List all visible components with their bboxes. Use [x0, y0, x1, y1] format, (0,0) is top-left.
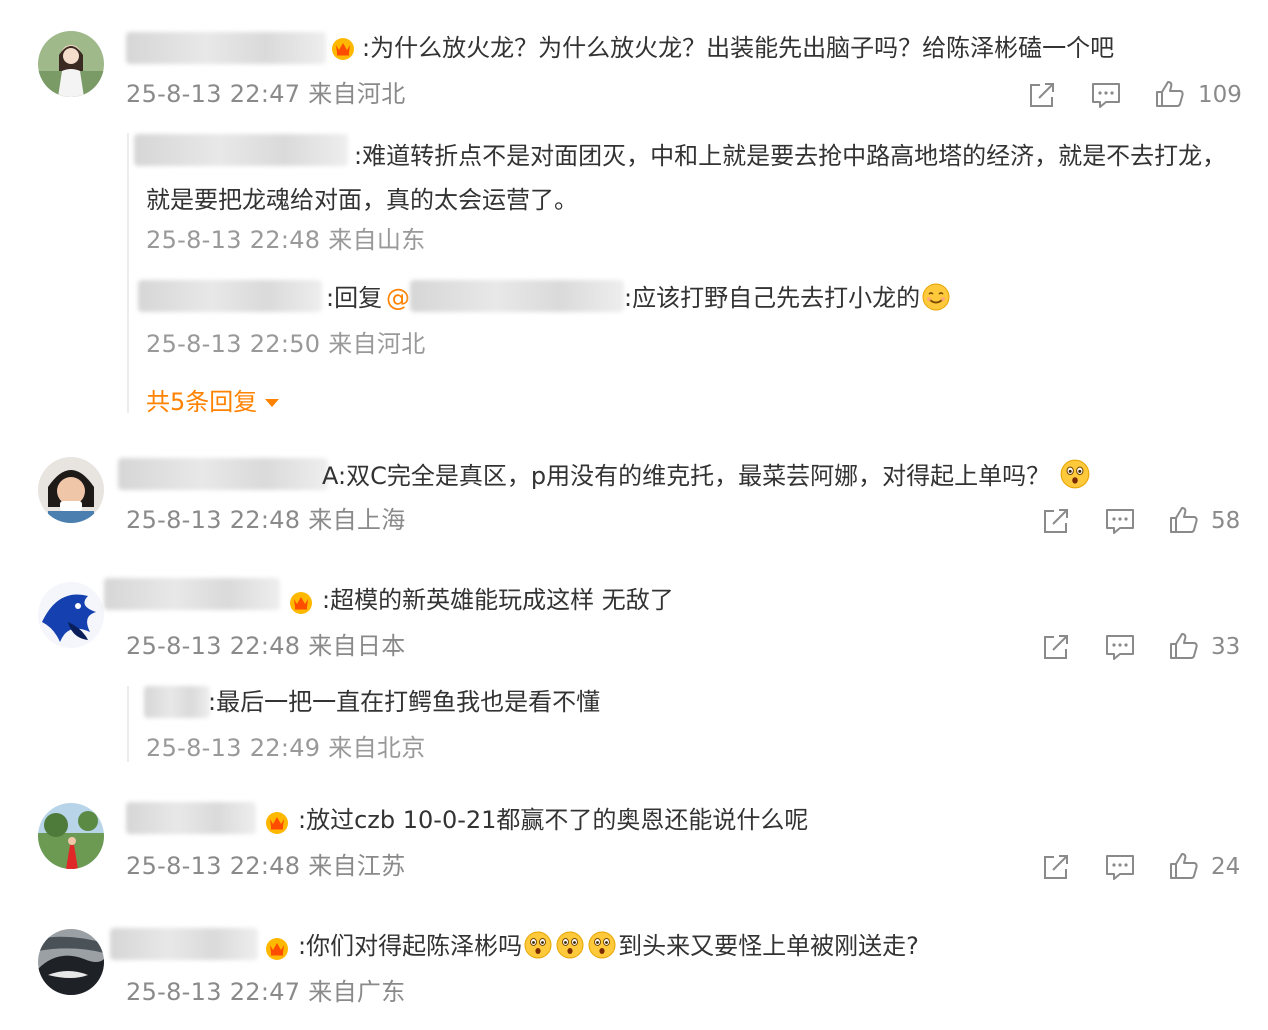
like-count: 24 — [1211, 854, 1241, 880]
share-icon[interactable] — [1040, 506, 1072, 536]
like-count: 33 — [1211, 634, 1241, 660]
comment-icon[interactable] — [1104, 852, 1136, 882]
mention-link[interactable]: @ — [386, 282, 410, 314]
username-redacted[interactable] — [126, 802, 256, 834]
comment-text: :你们对得起陈泽彬吗 到头来又要怪上单被刚送走? — [298, 930, 919, 962]
reply-meta: 25-8-13 22:49 来自北京 — [146, 734, 426, 762]
reply-thread-line — [127, 686, 129, 762]
comment-text-content: A:双C完全是真区，p用没有的维克托，最菜芸阿娜，对得起上单吗？ — [322, 462, 1051, 490]
avatar[interactable] — [38, 457, 104, 523]
username-redacted[interactable] — [104, 578, 280, 610]
more-replies-link[interactable]: 共5条回复 — [146, 387, 280, 417]
reply-thread-line — [127, 133, 129, 413]
comment-meta: 25-8-13 22:47 来自河北 — [126, 80, 406, 108]
comment-icon[interactable] — [1104, 506, 1136, 536]
surprised-emoji — [1059, 458, 1091, 490]
comment-meta: 25-8-13 22:48 来自日本 — [126, 632, 406, 660]
reply-meta: 25-8-13 22:48 来自山东 — [146, 226, 426, 254]
reply-text-content: :应该打野自己先去打小龙的 — [624, 284, 921, 312]
reply-text: :最后一把一直在打鳄鱼我也是看不懂 — [208, 688, 601, 716]
avatar[interactable] — [38, 582, 104, 648]
reply-meta: 25-8-13 22:50 来自河北 — [146, 330, 426, 358]
comment-text-b: 到头来又要怪上单被刚送走? — [618, 932, 919, 960]
comment-text: :为什么放火龙？为什么放火龙？出装能先出脑子吗？给陈泽彬磕一个吧 — [362, 34, 1115, 62]
share-icon[interactable] — [1026, 80, 1058, 110]
comment-meta: 25-8-13 22:47 来自广东 — [126, 978, 406, 1006]
thumbs-up-icon[interactable] — [1168, 851, 1200, 881]
reply-username-redacted[interactable] — [138, 280, 322, 312]
comment-text: A:双C完全是真区，p用没有的维克托，最菜芸阿娜，对得起上单吗？ — [322, 458, 1092, 492]
comment-text: :放过czb 10-0-21都赢不了的奥恩还能说什么呢 — [298, 806, 809, 834]
surprised-emoji — [555, 930, 585, 960]
reply-username-redacted[interactable] — [144, 686, 210, 718]
surprised-emoji — [587, 930, 617, 960]
crown-badge-icon — [288, 590, 314, 614]
mention-username-redacted[interactable] — [410, 280, 624, 312]
crown-badge-icon — [330, 36, 356, 60]
comment-meta: 25-8-13 22:48 来自上海 — [126, 506, 406, 534]
surprised-emoji — [523, 930, 553, 960]
chevron-down-icon — [265, 399, 280, 407]
smile-emoji — [921, 282, 951, 312]
avatar[interactable] — [38, 803, 104, 869]
crown-badge-icon — [264, 936, 290, 960]
reply-text: :应该打野自己先去打小龙的 — [624, 282, 952, 314]
thumbs-up-icon[interactable] — [1168, 631, 1200, 661]
crown-badge-icon — [264, 810, 290, 834]
username-redacted[interactable] — [118, 458, 328, 490]
username-redacted[interactable] — [110, 928, 258, 960]
avatar[interactable] — [38, 31, 104, 97]
comment-icon[interactable] — [1090, 80, 1122, 110]
thumbs-up-icon[interactable] — [1154, 79, 1186, 109]
like-count: 58 — [1211, 508, 1241, 534]
share-icon[interactable] — [1040, 632, 1072, 662]
avatar[interactable] — [38, 929, 104, 995]
comment-icon[interactable] — [1104, 632, 1136, 662]
reply-label: :回复 — [326, 284, 383, 312]
comment-text-a: :你们对得起陈泽彬吗 — [298, 932, 523, 960]
thumbs-up-icon[interactable] — [1168, 505, 1200, 535]
comment-meta: 25-8-13 22:48 来自江苏 — [126, 852, 406, 880]
like-count: 109 — [1198, 82, 1242, 108]
share-icon[interactable] — [1040, 852, 1072, 882]
more-replies-label: 共5条回复 — [146, 388, 258, 416]
reply-text: :难道转折点不是对面团灭，中和上就是要去抢中路高地塔的经济，就是不去打龙，就是要… — [146, 142, 1227, 214]
comment-text: :超模的新英雄能玩成这样 无敌了 — [322, 586, 674, 614]
username-redacted[interactable] — [126, 32, 326, 64]
